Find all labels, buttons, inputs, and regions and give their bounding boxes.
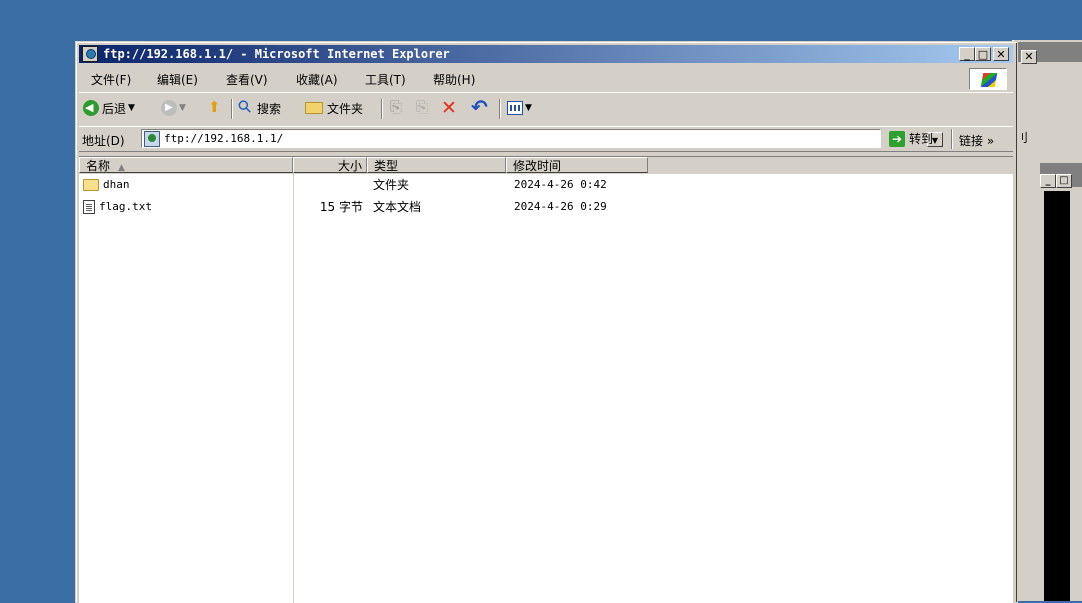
forward-button[interactable]: ▼ bbox=[161, 99, 186, 117]
copy-to-button[interactable] bbox=[415, 99, 431, 117]
file-name-cell[interactable]: flag.txt bbox=[83, 198, 152, 216]
file-modified: 2024-4-26 0:42 bbox=[514, 178, 607, 191]
background-console-window[interactable]: _ □ bbox=[1040, 163, 1082, 601]
menu-help[interactable]: 帮助(H) bbox=[433, 71, 475, 88]
left-pane bbox=[79, 157, 294, 603]
column-header-name[interactable]: 名称 ▲ bbox=[79, 157, 293, 173]
address-label: 地址(D) bbox=[82, 134, 125, 148]
file-name: dhan bbox=[103, 178, 130, 191]
links-separator bbox=[951, 129, 953, 149]
text-file-icon bbox=[83, 200, 95, 214]
file-name-cell[interactable]: dhan bbox=[83, 176, 130, 194]
folders-button[interactable]: 文件夹 bbox=[305, 99, 363, 117]
folders-label: 文件夹 bbox=[327, 101, 364, 116]
minimize-button[interactable]: _ bbox=[959, 47, 975, 61]
search-button[interactable]: 搜索 bbox=[239, 99, 281, 117]
toolbar-separator bbox=[381, 99, 383, 119]
standard-toolbar: 后退 ▼ ▼ 搜索 文件夹 bbox=[79, 92, 1013, 123]
sort-ascending-icon: ▲ bbox=[118, 163, 125, 173]
move-to-button[interactable] bbox=[389, 99, 405, 117]
chevron-down-icon[interactable]: ▼ bbox=[128, 103, 135, 113]
back-arrow-icon bbox=[83, 100, 99, 116]
column-name-label: 名称 bbox=[86, 159, 111, 173]
menu-favorites[interactable]: 收藏(A) bbox=[296, 71, 338, 88]
copy-to-icon bbox=[415, 99, 431, 116]
background-console-titlebar[interactable]: _ □ bbox=[1040, 163, 1082, 188]
links-button[interactable]: 链接 » bbox=[959, 132, 994, 149]
move-to-icon bbox=[389, 99, 405, 116]
menu-edit[interactable]: 编辑(E) bbox=[157, 71, 198, 88]
file-type: 文件夹 bbox=[373, 178, 410, 192]
go-button[interactable]: ➔ 转到 bbox=[889, 130, 933, 147]
go-arrow-icon: ➔ bbox=[889, 130, 905, 147]
back-button[interactable]: 后退 ▼ bbox=[83, 99, 135, 117]
file-list-view[interactable]: 名称 ▲ 大小 类型 修改时间 dhan 文件夹 2024-4-26 0:42 f… bbox=[79, 156, 1013, 603]
menu-bar: 文件(F) 编辑(E) 查看(V) 收藏(A) 工具(T) 帮助(H) bbox=[79, 66, 1013, 90]
column-header-bar: 名称 ▲ 大小 类型 修改时间 bbox=[79, 157, 1013, 174]
back-label: 后退 bbox=[102, 101, 127, 116]
background-window-titlebar[interactable]: ✕ bbox=[1014, 42, 1082, 64]
chevron-down-icon[interactable]: ▼ bbox=[179, 103, 186, 113]
toolbar-separator bbox=[499, 99, 501, 119]
toolbar-separator bbox=[231, 99, 233, 119]
address-input[interactable]: ftp://192.168.1.1/ ▼ bbox=[141, 129, 943, 148]
background-console-scrollbar[interactable] bbox=[1070, 191, 1082, 601]
background-console-maximize-button[interactable]: □ bbox=[1056, 174, 1072, 188]
column-header-type[interactable]: 类型 bbox=[367, 157, 506, 173]
ftp-page-icon bbox=[144, 131, 160, 147]
windows-logo-icon bbox=[969, 68, 1007, 90]
column-header-size[interactable]: 大小 bbox=[293, 157, 367, 173]
ie-icon bbox=[82, 46, 98, 62]
background-console-minimize-button[interactable]: _ bbox=[1040, 174, 1056, 188]
file-size: 15 字节 bbox=[319, 200, 363, 214]
forward-arrow-icon bbox=[161, 100, 177, 116]
window-titlebar[interactable]: ftp://192.168.1.1/ - Microsoft Internet … bbox=[79, 45, 1013, 63]
delete-button[interactable] bbox=[441, 98, 457, 118]
search-label: 搜索 bbox=[257, 101, 282, 116]
chevron-down-icon[interactable]: ▼ bbox=[525, 103, 532, 113]
up-button[interactable] bbox=[207, 99, 223, 117]
file-row[interactable]: flag.txt 15 字节 文本文档 2024-4-26 0:29 bbox=[79, 198, 1013, 216]
file-type: 文本文档 bbox=[373, 200, 422, 214]
undo-icon bbox=[471, 96, 488, 118]
close-button[interactable]: ✕ bbox=[993, 47, 1009, 61]
delete-icon bbox=[441, 98, 457, 118]
background-console-body bbox=[1044, 191, 1082, 601]
undo-button[interactable] bbox=[471, 96, 488, 118]
address-value[interactable]: ftp://192.168.1.1/ bbox=[164, 132, 283, 145]
views-button[interactable]: ▼ bbox=[507, 99, 532, 117]
folder-icon bbox=[305, 102, 323, 114]
column-header-modified[interactable]: 修改时间 bbox=[506, 157, 648, 173]
file-row[interactable]: dhan 文件夹 2024-4-26 0:42 bbox=[79, 176, 1013, 194]
file-name: flag.txt bbox=[99, 200, 152, 213]
views-icon bbox=[507, 101, 523, 115]
folder-icon bbox=[83, 179, 99, 191]
ie-window: ftp://192.168.1.1/ - Microsoft Internet … bbox=[75, 41, 1018, 603]
menu-view[interactable]: 查看(V) bbox=[226, 71, 268, 88]
file-modified: 2024-4-26 0:29 bbox=[514, 200, 607, 213]
maximize-button[interactable]: □ bbox=[975, 47, 991, 61]
window-title: ftp://192.168.1.1/ - Microsoft Internet … bbox=[103, 47, 450, 61]
menu-file[interactable]: 文件(F) bbox=[91, 71, 131, 88]
menu-tools[interactable]: 工具(T) bbox=[365, 71, 406, 88]
folder-up-icon bbox=[207, 99, 223, 116]
search-icon bbox=[239, 100, 255, 116]
go-label: 转到 bbox=[909, 132, 934, 146]
address-bar: 地址(D) ftp://192.168.1.1/ ▼ ➔ 转到 链接 » bbox=[79, 126, 1013, 152]
background-close-button[interactable]: ✕ bbox=[1021, 50, 1037, 64]
